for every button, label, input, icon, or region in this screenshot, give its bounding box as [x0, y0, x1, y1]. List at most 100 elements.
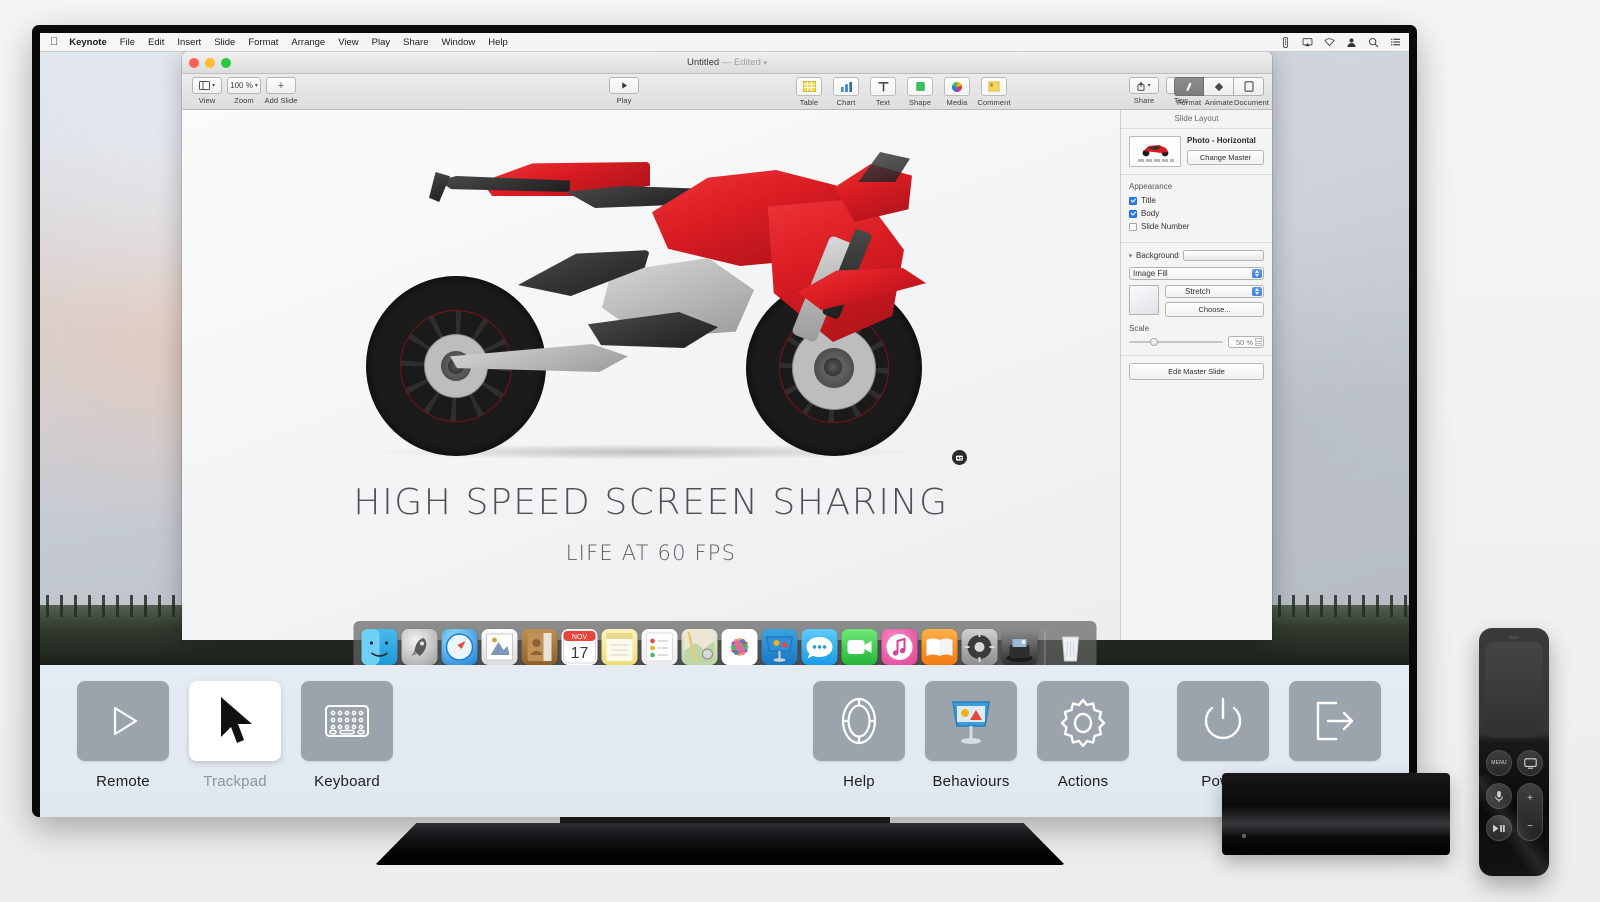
checkbox-title[interactable]	[1129, 196, 1137, 205]
dock-item-ibooks[interactable]	[921, 629, 957, 665]
menu-item-play[interactable]: Play	[372, 37, 390, 48]
background-fill-type-select[interactable]: Image Fill	[1129, 267, 1264, 280]
remote-icon[interactable]	[1280, 36, 1291, 48]
chart-button[interactable]: Chart	[829, 77, 863, 107]
disclosure-triangle-icon[interactable]	[1128, 254, 1133, 257]
slide-image-motorcycle[interactable]	[352, 140, 972, 460]
menu-item-window[interactable]: Window	[441, 37, 475, 48]
background-image-preview[interactable]	[1129, 285, 1159, 315]
control-actions[interactable]: Actions	[1027, 665, 1139, 790]
checkbox-slide-number-row[interactable]: Slide Number	[1129, 222, 1264, 231]
screen-sharing-control-bar[interactable]: Remote Trackpad Keyboard Help Behaviours…	[40, 665, 1409, 817]
checkbox-body-row[interactable]: Body	[1129, 209, 1264, 218]
slide-canvas[interactable]: HIGH SPEED SCREEN SHARING LIFE AT 60 FPS	[182, 110, 1120, 640]
keynote-toolbar[interactable]: ▾ View 100 % ▾ Zoom + Add Slide Play Tab…	[182, 74, 1272, 110]
dock-item-maps[interactable]	[681, 629, 717, 665]
table-button[interactable]: Table	[792, 77, 826, 107]
tab-animate[interactable]: Animate	[1204, 77, 1234, 107]
control-keyboard[interactable]: Keyboard	[291, 665, 403, 790]
trackpad-tile[interactable]	[189, 681, 281, 761]
control-remote[interactable]: Remote	[67, 665, 179, 790]
change-master-button[interactable]: Change Master	[1187, 150, 1264, 165]
dock-item-notes[interactable]	[601, 629, 637, 665]
remote-tile[interactable]	[77, 681, 169, 761]
scale-stepper[interactable]	[1255, 338, 1262, 346]
wifi-icon[interactable]	[1324, 37, 1335, 48]
logout-tile[interactable]	[1289, 681, 1381, 761]
menu-item-file[interactable]: File	[120, 37, 135, 48]
behaviours-tile[interactable]	[925, 681, 1017, 761]
keyboard-tile[interactable]	[301, 681, 393, 761]
menu-item-insert[interactable]: Insert	[177, 37, 201, 48]
dock-item-system-preferences[interactable]	[961, 629, 997, 665]
control-trackpad[interactable]: Trackpad	[179, 665, 291, 790]
tab-format[interactable]: Format	[1174, 77, 1204, 107]
scale-slider[interactable]	[1129, 337, 1223, 347]
dock-item-keynote[interactable]	[761, 629, 797, 665]
siri-remote[interactable]: MENU + −	[1479, 628, 1549, 876]
comment-button[interactable]: Comment	[977, 77, 1011, 107]
control-logout[interactable]: Logout	[1279, 665, 1391, 790]
dock-item-reminders[interactable]	[641, 629, 677, 665]
format-inspector-panel[interactable]: Slide Layout Photo - Horizontal Change M…	[1120, 110, 1272, 640]
menu-item-help[interactable]: Help	[488, 37, 508, 48]
shape-button[interactable]: Shape	[903, 77, 937, 107]
menu-item-arrange[interactable]: Arrange	[291, 37, 325, 48]
dock-item-itunes[interactable]	[881, 629, 917, 665]
dock-item-calendar[interactable]: NOV 17	[561, 629, 597, 665]
mac-menu-bar[interactable]:  Keynote File Edit Insert Slide Format …	[40, 33, 1409, 52]
control-behaviours[interactable]: Behaviours	[915, 665, 1027, 790]
background-header-row[interactable]: Background	[1128, 250, 1264, 261]
scale-slider-knob[interactable]	[1149, 338, 1158, 346]
dock-item-photos[interactable]	[721, 629, 757, 665]
search-icon[interactable]	[1368, 37, 1379, 48]
master-thumbnail[interactable]	[1129, 136, 1181, 167]
checkbox-slide-number[interactable]	[1129, 222, 1137, 231]
fit-mode-stepper-arrows-icon[interactable]	[1252, 287, 1262, 296]
control-power[interactable]: Power	[1167, 665, 1279, 790]
apple-logo-icon[interactable]: 	[50, 36, 58, 48]
remote-touch-surface[interactable]	[1485, 642, 1543, 738]
zoom-button[interactable]: 100 % ▾ Zoom	[227, 77, 261, 105]
dock-item-contacts[interactable]	[521, 629, 557, 665]
dock-item-safari[interactable]	[441, 629, 477, 665]
menu-item-format[interactable]: Format	[248, 37, 278, 48]
menu-item-keynote[interactable]: Keynote	[69, 37, 106, 48]
dock-item-facetime[interactable]	[841, 629, 877, 665]
text-button[interactable]: Text	[866, 77, 900, 107]
dock-item-launchpad[interactable]	[401, 629, 437, 665]
dock-item-mail[interactable]	[481, 629, 517, 665]
menu-item-view[interactable]: View	[338, 37, 358, 48]
background-color-swatch[interactable]	[1182, 250, 1264, 261]
checkbox-title-row[interactable]: Title	[1129, 196, 1264, 205]
share-button[interactable]: ▾ Share	[1127, 77, 1161, 105]
dock-item-trash[interactable]	[1052, 629, 1088, 665]
scale-value-field[interactable]: 50 %	[1228, 336, 1264, 348]
dock-item-finder[interactable]	[361, 629, 397, 665]
menu-item-share[interactable]: Share	[403, 37, 428, 48]
dock-item-downloads[interactable]	[1001, 629, 1037, 665]
checkbox-body[interactable]	[1129, 209, 1137, 218]
power-tile[interactable]	[1177, 681, 1269, 761]
airplay-display-icon[interactable]	[1302, 37, 1313, 48]
help-tile[interactable]	[813, 681, 905, 761]
control-help[interactable]: Help	[803, 665, 915, 790]
slide-subtitle[interactable]: LIFE AT 60 FPS	[182, 541, 1120, 565]
choose-image-button[interactable]: Choose...	[1165, 302, 1264, 317]
slide-title[interactable]: HIGH SPEED SCREEN SHARING	[182, 482, 1120, 523]
user-account-icon[interactable]	[1346, 37, 1357, 48]
notification-center-icon[interactable]	[1390, 37, 1401, 48]
document-title-area[interactable]: Untitled — Edited ▾	[182, 57, 1272, 68]
menu-item-edit[interactable]: Edit	[148, 37, 164, 48]
select-stepper-arrows-icon[interactable]	[1252, 269, 1262, 278]
media-button[interactable]: Media	[940, 77, 974, 107]
tab-document[interactable]: Document	[1234, 77, 1269, 107]
keynote-title-bar[interactable]: Untitled — Edited ▾	[182, 52, 1272, 74]
menu-item-slide[interactable]: Slide	[214, 37, 235, 48]
dock-item-messages[interactable]	[801, 629, 837, 665]
actions-tile[interactable]	[1037, 681, 1129, 761]
add-slide-button[interactable]: + Add Slide	[264, 77, 298, 105]
edit-master-slide-button[interactable]: Edit Master Slide	[1129, 363, 1264, 380]
mac-dock[interactable]: NOV 17	[353, 621, 1096, 665]
background-fit-mode-select[interactable]: Stretch	[1165, 285, 1264, 298]
